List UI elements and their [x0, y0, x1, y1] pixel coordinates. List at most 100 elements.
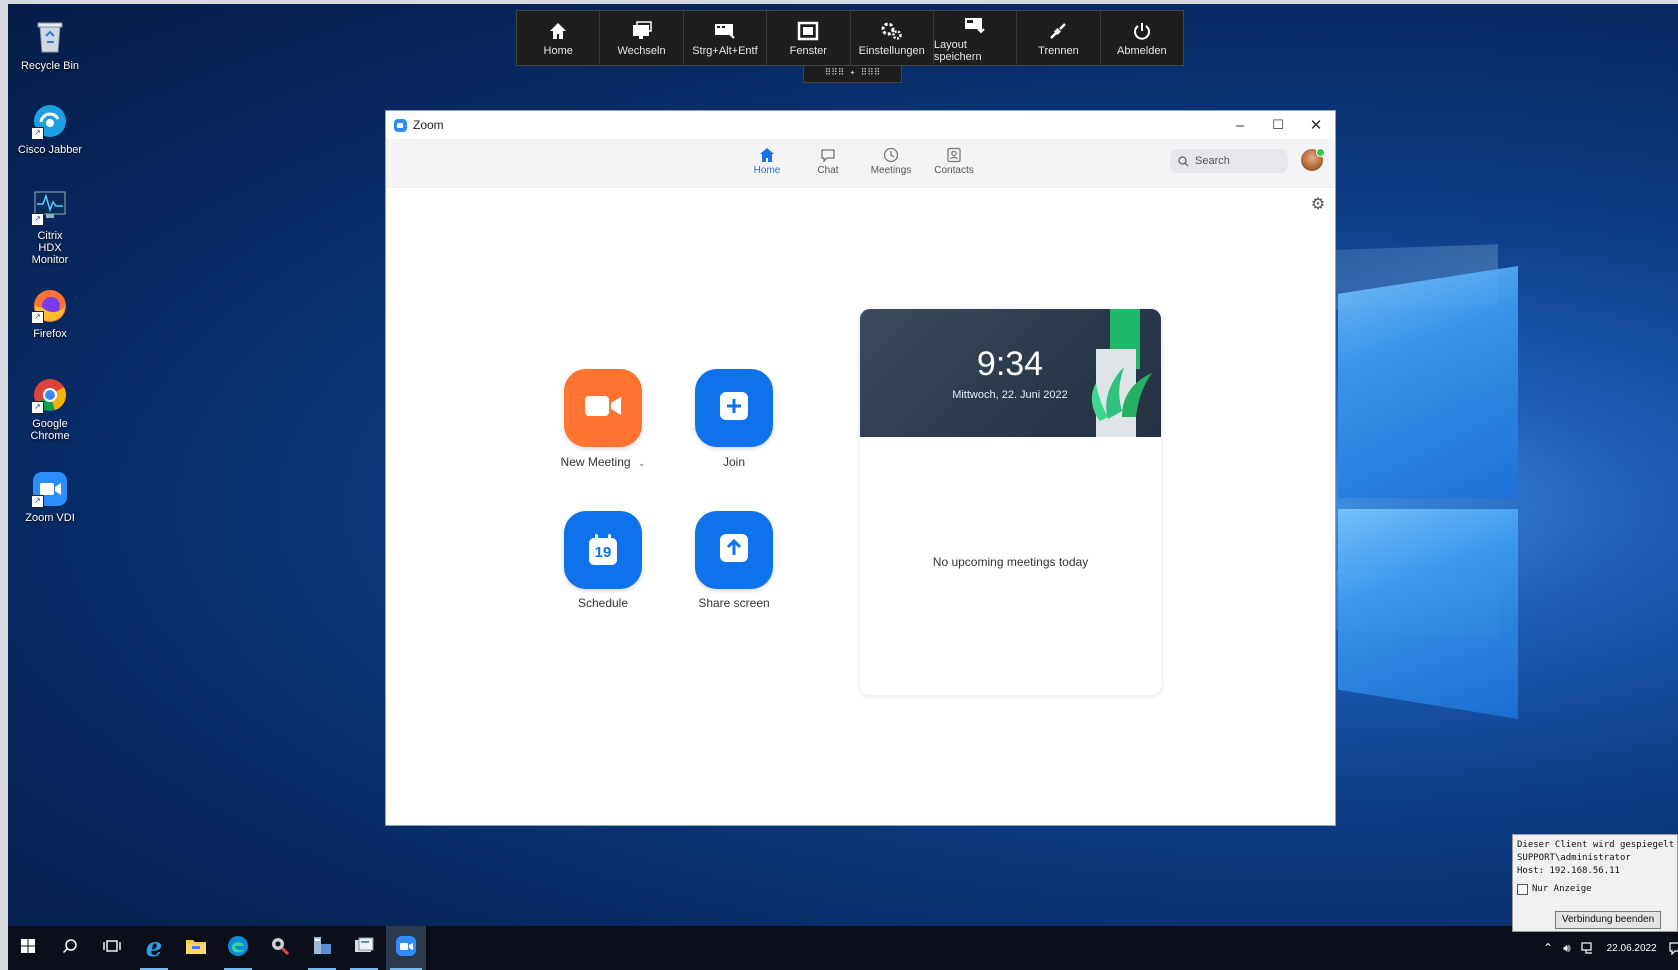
no-meetings-text: No upcoming meetings today: [932, 555, 1089, 569]
task-view-button[interactable]: [92, 926, 132, 970]
notification-icon[interactable]: [1669, 941, 1678, 955]
calendar-icon: 19: [587, 533, 619, 567]
citrix-ctrl-alt-del-button[interactable]: Strg+Alt+Entf: [684, 11, 768, 65]
ctrl-alt-del-icon: [713, 19, 737, 43]
citrix-hdx-monitor-icon: ↗: [31, 188, 69, 226]
shadow-session-panel: Dieser Client wird gespiegelt v SUPPORT\…: [1512, 834, 1678, 932]
shadow-user-line: SUPPORT\administrator: [1517, 853, 1631, 863]
close-button[interactable]: ✕: [1297, 111, 1335, 139]
citrix-button-label: Abmelden: [1117, 45, 1167, 57]
schedule-button[interactable]: 19: [564, 511, 642, 589]
start-button[interactable]: [8, 926, 48, 970]
shortcut-arrow-icon: ↗: [31, 401, 44, 414]
current-time: 9:34: [976, 345, 1044, 383]
citrix-button-label: Einstellungen: [858, 45, 925, 57]
shortcut-arrow-icon: ↗: [31, 213, 44, 226]
shortcut-arrow-icon: ↗: [31, 495, 44, 508]
tab-label: Home: [753, 165, 781, 176]
new-meeting-label[interactable]: New Meeting ⌄: [538, 455, 668, 469]
gear-icon[interactable]: ⚙: [1309, 195, 1327, 213]
citrix-window-button[interactable]: Fenster: [767, 11, 851, 65]
avatar[interactable]: [1301, 148, 1325, 171]
chevron-up-icon[interactable]: ⌃: [1543, 941, 1553, 955]
search-input[interactable]: Search: [1170, 149, 1288, 173]
search-icon: [62, 938, 78, 959]
citrix-button-label: Wechseln: [617, 45, 666, 57]
end-connection-button[interactable]: Verbindung beenden: [1555, 911, 1661, 929]
new-meeting-button[interactable]: [564, 369, 642, 447]
citrix-button-label: Trennen: [1038, 45, 1079, 57]
citrix-button-label: Layout speichern: [933, 39, 982, 63]
volume-icon[interactable]: 🔊︎: [1563, 941, 1571, 956]
recycle-bin-icon: [31, 18, 69, 56]
citrix-save-layout-button[interactable]: Layout speichern: [933, 11, 1018, 65]
citrix-home-button[interactable]: Home: [517, 11, 601, 65]
switch-icon: [631, 19, 653, 43]
desktop-icon-firefox[interactable]: ↗ Firefox: [14, 286, 86, 340]
window-icon: [797, 19, 819, 43]
search-button[interactable]: [50, 926, 90, 970]
system-tray: ⌃ 🔊︎ 22.06.2022: [1543, 926, 1678, 970]
folder-icon: [185, 937, 207, 960]
share-screen-label: Share screen: [698, 596, 770, 610]
server-manager-button[interactable]: [302, 926, 342, 970]
tab-contacts[interactable]: Contacts: [924, 143, 984, 176]
misc-app-button[interactable]: [344, 926, 384, 970]
desktop-icon-label: Cisco Jabber: [17, 144, 83, 156]
join-button[interactable]: [695, 369, 773, 447]
shadow-host-line: Host: 192.168.56.11: [1517, 866, 1620, 876]
tab-home[interactable]: Home: [737, 143, 797, 176]
view-only-checkbox[interactable]: Nur Anzeige: [1517, 883, 1673, 896]
home-icon: [737, 143, 797, 163]
desktop-icon-recycle-bin[interactable]: Recycle Bin: [14, 18, 86, 72]
zoom-titlebar[interactable]: Zoom: [386, 111, 1335, 139]
share-screen-button[interactable]: [695, 511, 773, 589]
citrix-logoff-button[interactable]: Abmelden: [1101, 11, 1183, 65]
windows-start-icon: [20, 938, 36, 959]
citrix-toolbar: Home Wechseln Strg+Alt+Entf Fenster Eins…: [516, 10, 1184, 66]
zoom-icon: [395, 935, 417, 962]
ie-icon: e: [145, 933, 163, 963]
share-arrow-icon: [718, 532, 750, 569]
desktop-icon-zoom-vdi[interactable]: ↗ Zoom VDI: [14, 470, 86, 524]
plus-icon: [718, 390, 750, 427]
citrix-switch-button[interactable]: Wechseln: [600, 11, 684, 65]
shortcut-arrow-icon: ↗: [31, 311, 44, 324]
edge-icon: [227, 935, 249, 962]
citrix-disconnect-button[interactable]: Trennen: [1017, 11, 1101, 65]
citrix-button-label: Home: [543, 45, 573, 57]
zoom-window: Zoom – ☐ ✕ Home Chat Meetings Contacts S…: [385, 110, 1336, 826]
tab-chat[interactable]: Chat: [798, 143, 858, 176]
desktop-icon-cisco-jabber[interactable]: ↗ Cisco Jabber: [14, 102, 86, 156]
minimize-button[interactable]: –: [1221, 111, 1259, 139]
new-meeting-text: New Meeting: [560, 455, 631, 469]
maximize-button[interactable]: ☐: [1259, 111, 1297, 139]
taskbar: e ⌃ 🔊︎ 22.06.2022: [8, 926, 1678, 970]
network-icon[interactable]: [1581, 941, 1595, 955]
zoom-logo-icon: [394, 118, 407, 132]
citrix-toolbar-drag-handle[interactable]: ⠿⠿⠿ ✦ ⠿⠿⠿: [803, 66, 902, 83]
desktop-icon-citrix-hdx-monitor[interactable]: ↗ Citrix HDX Monitor: [14, 188, 86, 266]
citrix-settings-button[interactable]: Einstellungen: [851, 11, 934, 65]
shortcut-arrow-icon: ↗: [31, 127, 44, 140]
checkbox-box[interactable]: [1517, 884, 1528, 895]
file-explorer-button[interactable]: [176, 926, 216, 970]
save-layout-icon: [963, 13, 987, 37]
tool-app-button[interactable]: [260, 926, 300, 970]
checkbox-label: Nur Anzeige: [1532, 884, 1592, 894]
tab-meetings[interactable]: Meetings: [861, 143, 921, 176]
desktop-icon-label: Citrix HDX Monitor: [31, 230, 69, 266]
search-icon: [1178, 155, 1189, 167]
edge-button[interactable]: [218, 926, 258, 970]
chevron-down-icon[interactable]: ⌄: [638, 458, 646, 468]
clock-icon: [861, 143, 921, 163]
zoom-vdi-icon: ↗: [31, 470, 69, 508]
clock-date[interactable]: 22.06.2022: [1607, 943, 1657, 954]
desktop-icon-google-chrome[interactable]: ↗ Google Chrome: [14, 376, 86, 442]
task-view-icon: [103, 938, 121, 959]
citrix-button-label: Fenster: [789, 45, 827, 57]
internet-explorer-button[interactable]: e: [134, 926, 174, 970]
power-icon: [1132, 19, 1152, 43]
citrix-button-label: Strg+Alt+Entf: [692, 45, 758, 57]
zoom-vdi-taskbar-button[interactable]: [386, 926, 426, 970]
